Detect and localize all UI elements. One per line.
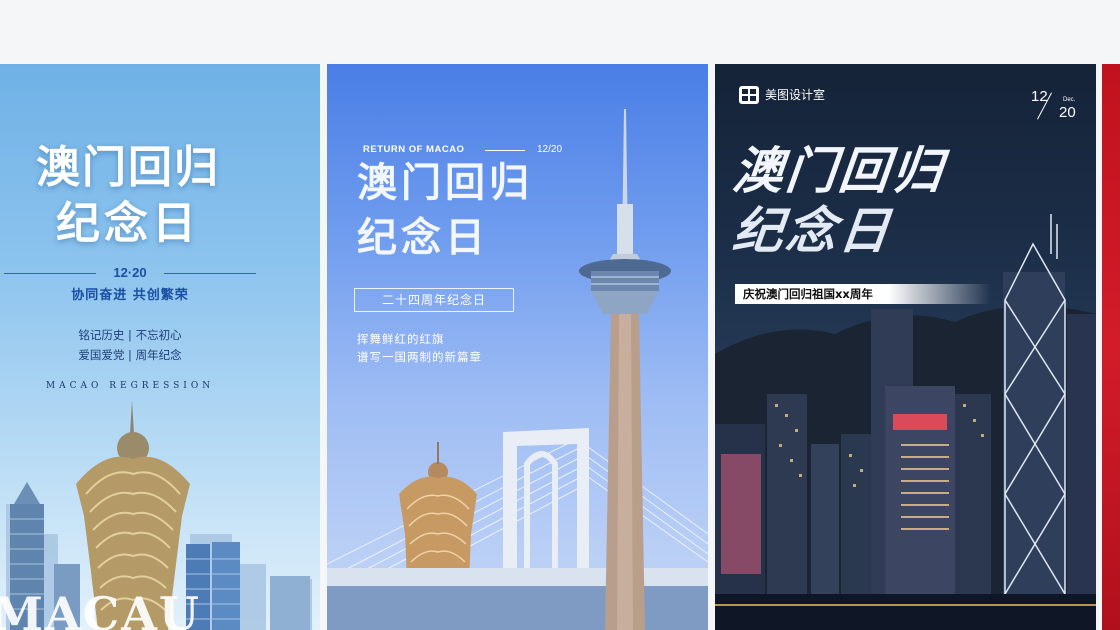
poster1-title-line2: 纪念日 <box>56 198 200 249</box>
arrow-line-icon <box>485 150 525 151</box>
poster1-subtitle-line2: 爱国爱党 | 周年纪念 <box>78 348 182 362</box>
poster3-month-name: Dec. <box>1063 97 1076 103</box>
poster2-date: 12/20 <box>537 144 563 155</box>
poster-card-1[interactable]: MACAU 澳门回归 纪念日 12·20 协同奋进 共创繁荣 铭记历史 | 不忘… <box>0 64 320 630</box>
poster1-date: 12·20 <box>113 265 147 280</box>
poster1-subtitle-line1: 铭记历史 | 不忘初心 <box>78 328 182 342</box>
poster3-title-line2: 纪念日 <box>729 202 896 260</box>
grid-logo-icon <box>739 86 759 104</box>
poster2-title-line1: 澳门回归 <box>357 160 533 206</box>
brand-name: 美图设计室 <box>765 88 826 102</box>
poster2-desc-line1: 挥舞鲜红的红旗 <box>357 332 445 346</box>
poster2-desc-line2: 谱写一国两制的新篇章 <box>357 350 482 364</box>
divider-line <box>4 273 96 274</box>
poster1-slogan: 协同奋进 共创繁荣 <box>71 288 189 303</box>
divider-line <box>164 273 256 274</box>
poster-card-4[interactable] <box>1102 64 1120 630</box>
return-of-macao-label: RETURN OF MACAO <box>363 144 465 155</box>
poster1-title-line1: 澳门回归 <box>36 142 220 193</box>
macau-watermark-text: MACAU <box>0 587 201 630</box>
anniversary-box-label: 二十四周年纪念日 <box>354 288 514 312</box>
celebration-banner: 庆祝澳门回归祖国xx周年 <box>735 284 991 304</box>
poster-card-3[interactable]: 美图设计室 12 Dec. 20 澳门回归 纪念日 庆祝澳门回归祖国xx周年 <box>715 64 1096 630</box>
poster-card-2[interactable]: RETURN OF MACAO 12/20 澳门回归 纪念日 二十四周年纪念日 … <box>327 64 708 630</box>
poster1-english-caption: MACAO REGRESSION <box>45 381 215 391</box>
poster2-title-line2: 纪念日 <box>357 215 489 261</box>
brand-label: 美图设计室 <box>739 86 826 104</box>
poster3-title-line1: 澳门回归 <box>729 142 949 200</box>
poster3-day: 20 <box>1059 104 1076 121</box>
